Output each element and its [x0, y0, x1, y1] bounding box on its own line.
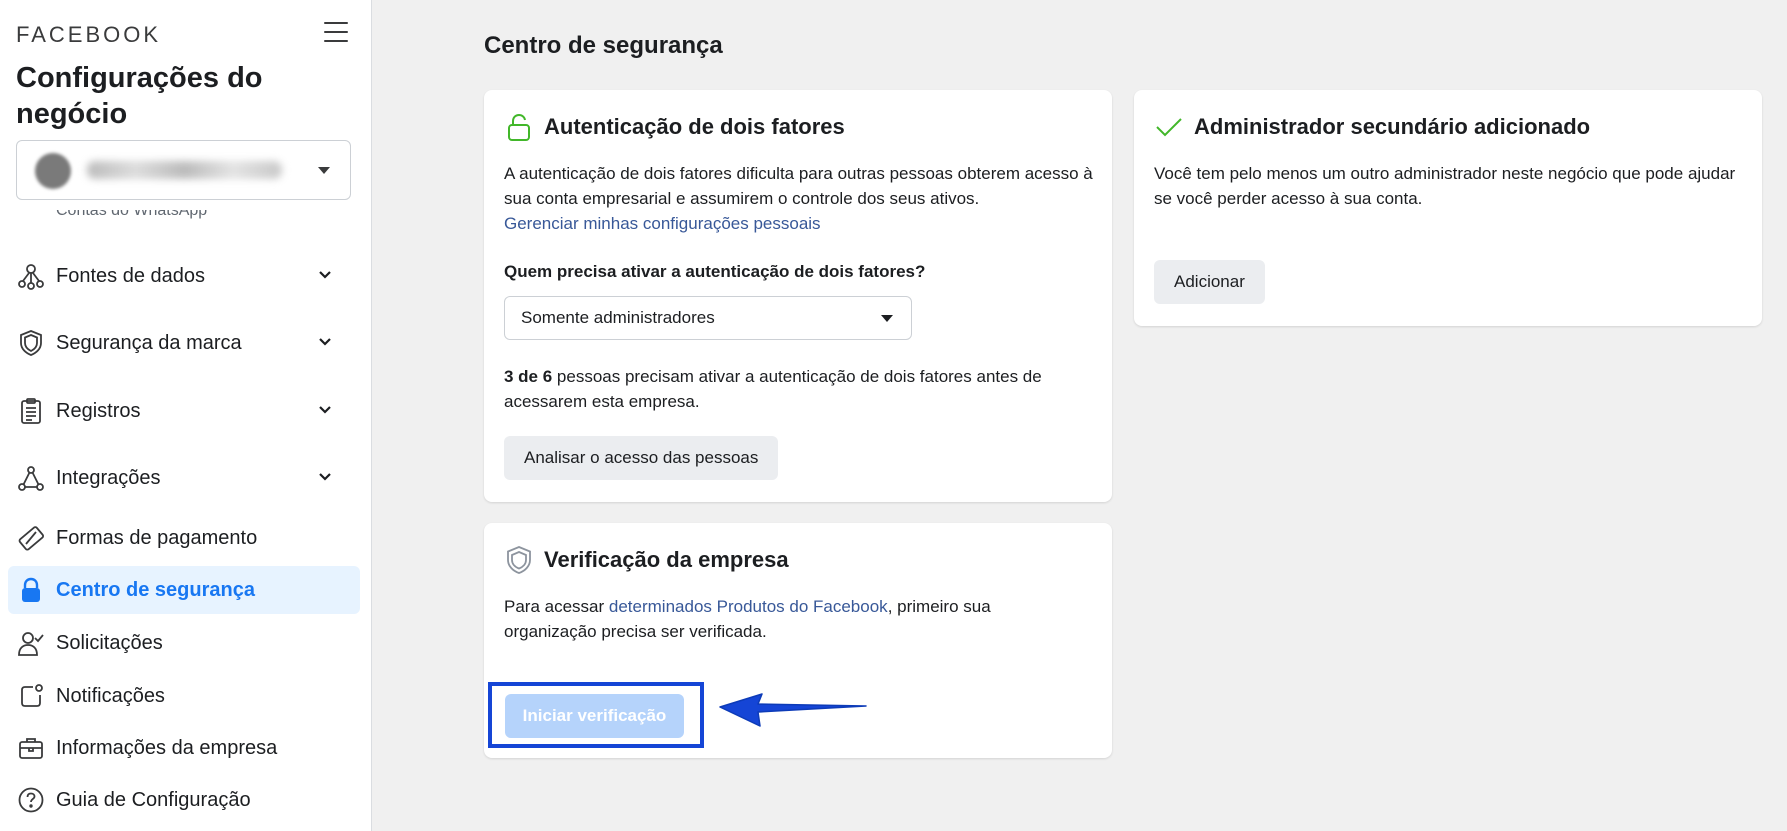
sidebar-item-setup-guide[interactable]: Guia de Configuração	[8, 776, 360, 824]
lock-icon	[16, 575, 46, 605]
add-admin-button[interactable]: Adicionar	[1154, 260, 1265, 304]
select-value: Somente administradores	[521, 308, 715, 327]
data-sources-icon	[16, 261, 46, 291]
card-title: Verificação da empresa	[544, 547, 789, 572]
secondary-admin-card: Administrador secundário adicionado Você…	[1134, 90, 1762, 326]
facebook-products-link[interactable]: determinados Produtos do Facebook	[609, 597, 888, 616]
business-name-blurred	[87, 161, 282, 179]
review-access-button[interactable]: Analisar o acesso das pessoas	[504, 436, 779, 480]
count-bold: 3 de 6	[504, 367, 553, 386]
facebook-brand: FACEBOOK	[16, 22, 162, 47]
integrations-icon	[16, 463, 46, 493]
description-text: A autenticação de dois fatores dificulta…	[504, 164, 1093, 208]
sidebar-item-label: Guia de Configuração	[56, 788, 251, 811]
chevron-down-icon	[318, 167, 330, 174]
shield-icon	[504, 545, 534, 575]
sidebar-item-label: Solicitações	[56, 631, 163, 654]
credit-card-icon	[16, 523, 46, 553]
sidebar-item-logs[interactable]: Registros	[8, 387, 360, 435]
sidebar-item-whatsapp-partial[interactable]: Contas do WhatsApp	[56, 210, 207, 222]
sidebar-item-label: Centro de segurança	[56, 578, 255, 601]
count-text: pessoas precisam ativar a autenticação d…	[504, 367, 1042, 411]
sidebar-item-label: Formas de pagamento	[56, 526, 258, 549]
check-icon	[1154, 112, 1184, 142]
card-title: Administrador secundário adicionado	[1194, 114, 1591, 139]
manage-settings-link[interactable]: Gerenciar minhas configurações pessoais	[504, 214, 821, 233]
shield-icon	[16, 328, 46, 358]
two-factor-card: Autenticação de dois fatores A autentica…	[484, 90, 1112, 502]
sidebar-item-security-center[interactable]: Centro de segurança	[8, 566, 360, 614]
sidebar-item-label: Notificações	[56, 684, 165, 707]
person-check-icon	[16, 628, 46, 658]
sidebar-item-label: Fontes de dados	[56, 264, 205, 287]
two-factor-description: A autenticação de dois fatores dificulta…	[504, 161, 1094, 236]
unlock-icon	[504, 112, 534, 142]
card-title: Autenticação de dois fatores	[544, 114, 845, 139]
two-factor-count-text: 3 de 6 pessoas precisam ativar a autenti…	[504, 364, 1094, 414]
chevron-down-icon	[319, 406, 331, 414]
sidebar-item-brand-safety[interactable]: Segurança da marca	[8, 319, 360, 367]
verification-description: Para acessar determinados Produtos do Fa…	[504, 594, 1024, 644]
page-title: Configurações do negócio	[16, 62, 263, 130]
sidebar-item-label: Informações da empresa	[56, 736, 278, 759]
sidebar-item-business-info[interactable]: Informações da empresa	[8, 724, 360, 772]
sidebar-item-requests[interactable]: Solicitações	[8, 619, 360, 667]
sidebar-item-integrations[interactable]: Integrações	[8, 454, 360, 502]
sidebar-item-payment-methods[interactable]: Formas de pagamento	[8, 514, 360, 562]
sidebar-item-label: Integrações	[56, 466, 161, 489]
sidebar-item-label: Registros	[56, 399, 141, 422]
text-before: Para acessar	[504, 597, 609, 616]
start-verification-button[interactable]: Iniciar verificação	[505, 694, 684, 738]
section-title: Centro de segurança	[484, 32, 723, 59]
avatar	[35, 153, 71, 189]
briefcase-icon	[16, 733, 46, 763]
notification-icon	[16, 681, 46, 711]
sidebar-item-label: Segurança da marca	[56, 331, 242, 354]
clipboard-icon	[16, 396, 46, 426]
chevron-down-icon	[319, 271, 331, 279]
sidebar-item-notifications[interactable]: Notificações	[8, 672, 360, 720]
hamburger-menu-icon[interactable]	[324, 22, 348, 42]
chevron-down-icon	[319, 338, 331, 346]
chevron-down-icon	[319, 473, 331, 481]
two-factor-requirement-select[interactable]: Somente administradores	[504, 296, 912, 340]
chevron-down-icon	[881, 315, 893, 322]
business-selector[interactable]	[16, 140, 351, 200]
sidebar-item-data-sources[interactable]: Fontes de dados	[8, 252, 360, 300]
two-factor-question: Quem precisa ativar a autenticação de do…	[504, 262, 926, 281]
sidebar: FACEBOOK Configurações do negócio Contas…	[0, 0, 372, 831]
admin-description: Você tem pelo menos um outro administrad…	[1154, 164, 1736, 208]
question-icon	[16, 785, 46, 815]
arrow-annotation-icon	[719, 693, 867, 727]
